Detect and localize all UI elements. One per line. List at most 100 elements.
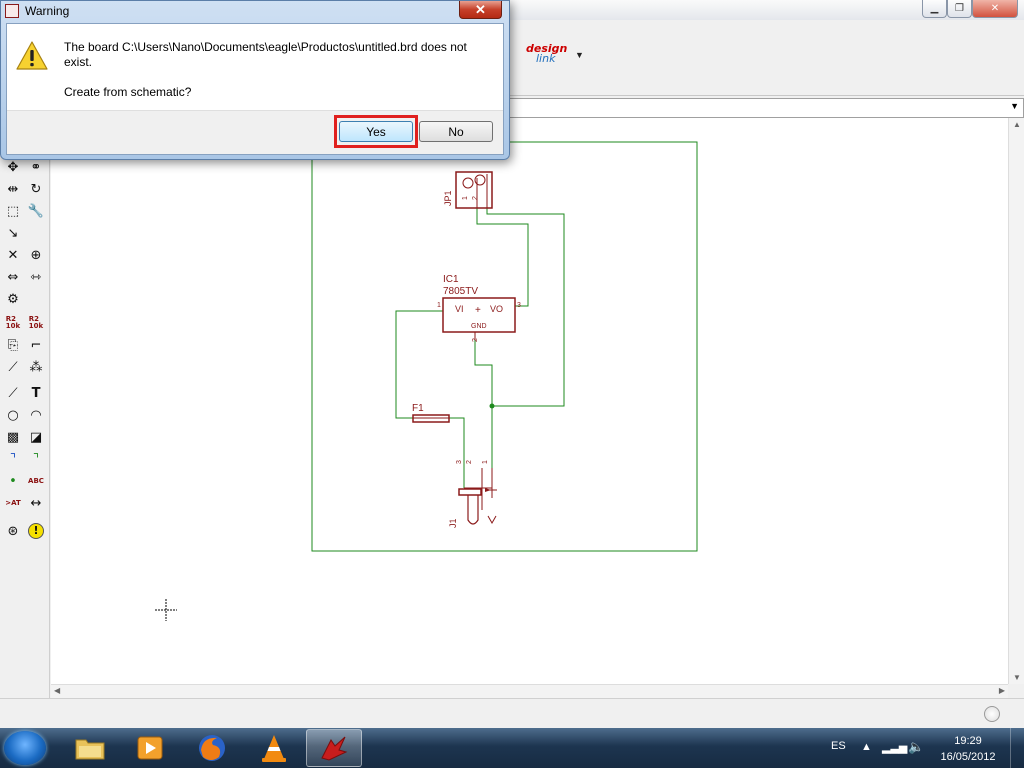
command-history-dropdown-icon[interactable]: ▼ (1010, 101, 1019, 111)
yes-button[interactable]: Yes (339, 121, 413, 142)
wire-tool-icon[interactable]: ⟋ (3, 384, 23, 402)
ic1-plus-icon: + (475, 305, 481, 316)
j1-label: J1 (448, 518, 458, 528)
eagle-app-icon (321, 736, 348, 761)
junction-tool-icon[interactable]: • (3, 472, 23, 490)
no-button[interactable]: No (419, 121, 493, 142)
f1-label: F1 (412, 403, 424, 414)
taskbar-media-button[interactable] (122, 729, 178, 767)
smash-tool-icon[interactable]: ⎘ (3, 336, 23, 354)
show-hidden-icons-icon[interactable]: ▲ (861, 741, 872, 753)
wire-fuse-j1 (449, 417, 465, 488)
network-signal-icon[interactable]: ▂▃▅ (882, 741, 907, 754)
j1-pin3-number: 3 (456, 460, 463, 464)
dimension-tool-icon[interactable]: ↔ (26, 494, 46, 512)
schematic-canvas[interactable]: JP1 1 2 IC1 7805TV VI + VO GND 1 3 2 F1 (51, 118, 1008, 684)
name-tool-icon[interactable]: R2 10k (3, 314, 23, 332)
move-tool-icon[interactable]: ✥ (3, 158, 23, 176)
warning-dialog: Warning ✕ The board C:\Users\Nano\Docume… (0, 0, 510, 160)
j1-plug-body (458, 488, 482, 496)
paste-tool-icon[interactable]: ↘ (3, 224, 23, 242)
clock-date: 16/05/2012 (940, 751, 996, 763)
replace-tool-icon[interactable]: ⚙ (3, 290, 23, 308)
pinswap-tool-icon[interactable]: ⇔ (3, 268, 23, 286)
taskbar-eagle-button[interactable] (306, 729, 362, 767)
ic1-vi-label: VI (455, 304, 464, 314)
taskbar-vlc-button[interactable] (246, 729, 302, 767)
scroll-up-icon[interactable]: ▲ (1013, 120, 1021, 129)
designlink-logo-b: link (536, 52, 556, 65)
junction-dot (489, 403, 495, 409)
j1-pin1-number: 1 (482, 460, 489, 464)
warning-icon (16, 41, 48, 70)
minimize-icon: ▁ (930, 3, 939, 14)
gateswap-tool-icon[interactable]: ⇿ (26, 268, 46, 286)
schematic-frame (311, 141, 698, 552)
net-tool-icon[interactable]: ⌝ (26, 450, 46, 468)
label-tool-icon[interactable]: ABC (26, 472, 46, 490)
j1-pin2-number: 2 (466, 460, 473, 464)
ic1-pin1-number: 1 (437, 302, 441, 309)
system-clock[interactable]: 19:29 16/05/2012 (930, 733, 1006, 765)
language-indicator[interactable]: ES (831, 740, 846, 752)
delete-tool-icon[interactable]: ✕ (3, 246, 23, 264)
app-close-button[interactable]: ✕ (972, 0, 1018, 18)
show-desktop-button[interactable] (1010, 728, 1024, 768)
dialog-question: Create from schematic? (64, 85, 192, 99)
rect-tool-icon[interactable]: ▩ (3, 428, 23, 446)
restore-button[interactable]: ❐ (947, 0, 972, 18)
scroll-right-icon[interactable]: ▶ (999, 686, 1005, 695)
ic1-gnd-label: GND (471, 323, 487, 330)
tool-palette: ✥ ⚭ ⇹ ↻ ⬚ 🔧 ↘ ✕ ⊕ ⇔ ⇿ ⚙ R2 10k R2 10k ⎘ … (0, 118, 50, 698)
jp1-pin2-number: 2 (472, 196, 479, 200)
status-bar (0, 698, 1024, 728)
designlink-button[interactable]: design link (526, 43, 567, 65)
scroll-left-icon[interactable]: ◀ (54, 686, 60, 695)
dialog-close-button[interactable]: ✕ (459, 1, 502, 19)
miter-tool-icon[interactable]: ⌐ (26, 336, 46, 354)
jp1-pad-1 (462, 177, 474, 189)
ic1-vo-label: VO (490, 304, 503, 314)
taskbar-explorer-button[interactable] (62, 729, 118, 767)
change-tool-icon[interactable]: 🔧 (26, 202, 46, 220)
dialog-body: The board C:\Users\Nano\Documents\eagle\… (6, 23, 504, 155)
eagle-app-icon (5, 4, 19, 18)
volume-icon[interactable]: 🔈 (908, 739, 924, 755)
mirror-tool-icon[interactable]: ⇹ (3, 180, 23, 198)
erc-warning-icon: ! (28, 523, 44, 539)
start-button[interactable] (4, 731, 46, 765)
polygon-tool-icon[interactable]: ◪ (26, 428, 46, 446)
media-player-icon (137, 736, 163, 760)
wire-vi-fuse (395, 310, 443, 419)
circle-tool-icon[interactable]: ○ (3, 406, 23, 424)
designlink-dropdown-icon[interactable]: ▼ (575, 50, 584, 60)
vertical-scrollbar[interactable]: ▲ ▼ (1008, 118, 1024, 684)
vlc-cone-icon (262, 735, 286, 762)
bus-tool-icon[interactable]: ⌝ (3, 450, 23, 468)
rotate-tool-icon[interactable]: ↻ (26, 180, 46, 198)
value-tool-icon[interactable]: R2 10k (26, 314, 46, 332)
taskbar-firefox-button[interactable] (184, 729, 240, 767)
dialog-message: The board C:\Users\Nano\Documents\eagle\… (64, 40, 467, 69)
show-tool-icon[interactable]: ⊛ (3, 522, 23, 540)
copy-tool-icon[interactable]: ⚭ (26, 158, 46, 176)
add-tool-icon[interactable]: ⊕ (26, 246, 46, 264)
folder-icon (75, 739, 105, 760)
horizontal-scrollbar[interactable]: ◀ ▶ (51, 684, 1008, 698)
scroll-down-icon[interactable]: ▼ (1013, 673, 1021, 682)
attribute-tool-icon[interactable]: >AT (3, 494, 23, 512)
ic1-name: IC1 (443, 274, 459, 285)
split-tool-icon[interactable]: ⟋ (3, 358, 23, 376)
minimize-button[interactable]: ▁ (922, 0, 947, 18)
stop-command-icon[interactable] (984, 706, 1000, 722)
wire-gnd-j1 (474, 340, 493, 468)
erc-tool-icon[interactable]: ! (26, 522, 46, 540)
group-tool-icon[interactable]: ⬚ (3, 202, 23, 220)
optimize-tool-icon[interactable]: ⁂ (26, 358, 46, 376)
jp1-label: JP1 (443, 190, 453, 206)
clock-time: 19:29 (954, 735, 982, 747)
arc-tool-icon[interactable]: ◠ (26, 406, 46, 424)
ic1-value: 7805TV (443, 286, 478, 297)
restore-icon: ❐ (955, 3, 964, 14)
text-tool-icon[interactable]: T (26, 384, 46, 402)
